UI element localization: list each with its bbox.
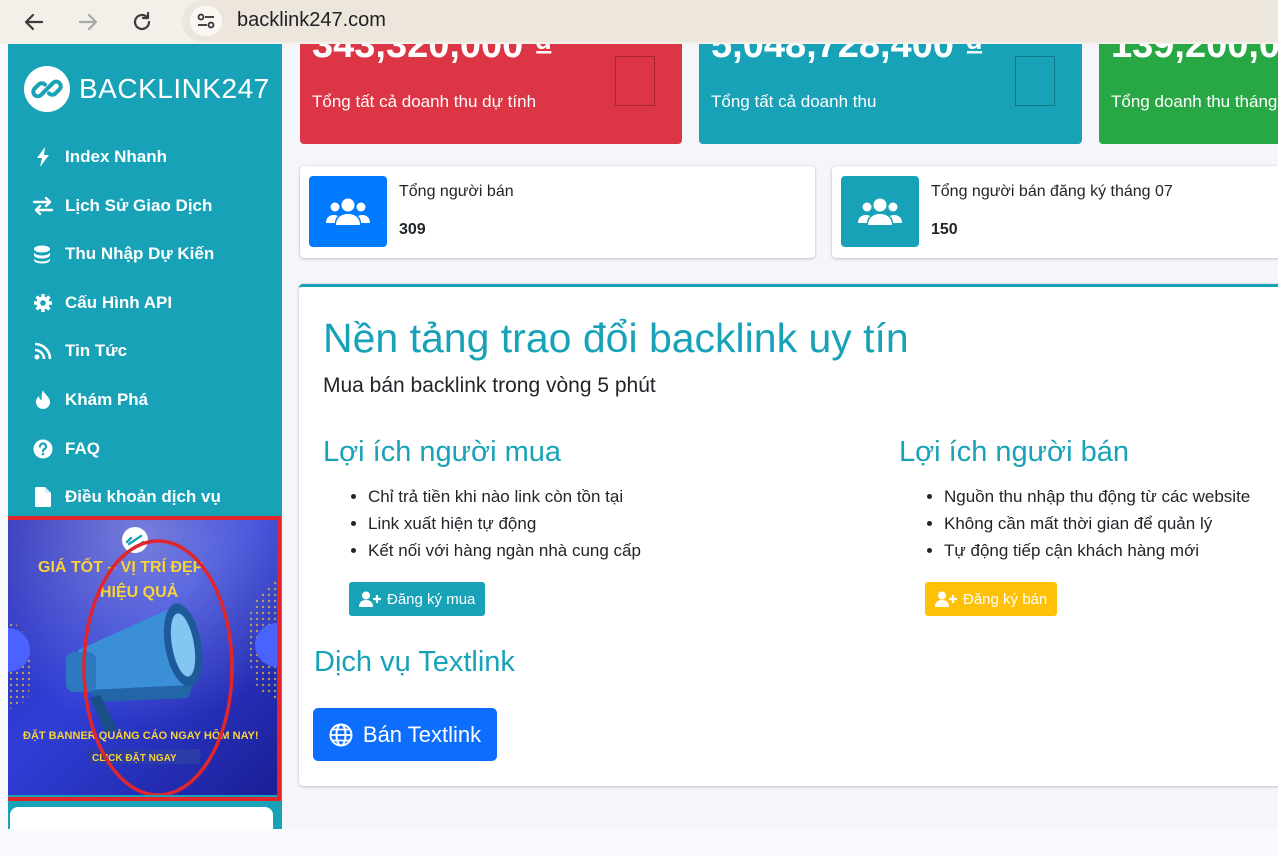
sidebar-item-label: Lịch Sử Giao Dịch — [65, 196, 213, 215]
sidebar-item-cau-hinh-api[interactable]: Cấu Hình API — [32, 288, 172, 318]
document-icon — [32, 486, 54, 508]
button-label: Đăng ký bán — [963, 590, 1048, 608]
sidebar-card — [10, 807, 273, 829]
hero-subtitle: Mua bán backlink trong vòng 5 phút — [323, 374, 656, 397]
gear-icon — [32, 292, 54, 314]
sidebar-item-label: Khám Phá — [65, 390, 149, 409]
register-buy-button[interactable]: Đăng ký mua — [349, 582, 486, 616]
fire-icon — [32, 389, 54, 411]
list-item: Nguồn thu nhập thu động từ các website — [944, 486, 1250, 513]
button-label: Bán Textlink — [362, 721, 482, 747]
annotation-rectangle — [8, 516, 281, 801]
stat-label: Tổng tất cả doanh thu — [711, 92, 877, 111]
brand-logo — [24, 66, 70, 112]
stat-icon-placeholder — [615, 56, 655, 106]
list-item: Không cần mất thời gian để quản lý — [944, 513, 1250, 540]
seller-benefits-heading: Lợi ích người bán — [899, 436, 1129, 468]
info-box-value: 150 — [931, 221, 958, 238]
seller-benefits-list: Nguồn thu nhập thu động từ các website K… — [944, 486, 1250, 567]
stat-icon-placeholder — [1015, 56, 1055, 106]
stat-label: Tổng doanh thu tháng — [1111, 92, 1278, 111]
info-box-icon — [309, 176, 387, 247]
brand[interactable]: BACKLINK247 — [24, 66, 270, 112]
browser-toolbar: backlink247.com — [0, 0, 1278, 44]
list-item: Kết nối với hàng ngàn nhà cung cấp — [368, 540, 641, 567]
list-item: Chỉ trả tiền khi nào link còn tồn tại — [368, 486, 641, 513]
stat-card-estimated-revenue: 343,320,000 ₫ Tổng tất cả doanh thu dự t… — [300, 44, 682, 144]
list-item: Link xuất hiện tự động — [368, 513, 641, 540]
rss-icon — [32, 340, 54, 362]
sidebar-item-faq[interactable]: FAQ — [32, 434, 100, 464]
page: BACKLINK247 Index Nhanh Lịch Sử Giao Dịc… — [8, 44, 1278, 829]
stat-label: Tổng tất cả doanh thu dự tính — [312, 92, 537, 111]
url-text[interactable]: backlink247.com — [237, 9, 386, 32]
arrow-left-icon — [24, 13, 44, 31]
sidebar-item-label: Điều khoản dịch vụ — [65, 487, 221, 506]
hero-card: Nền tảng trao đổi backlink uy tín Mua bá… — [299, 284, 1278, 786]
back-button[interactable] — [19, 8, 49, 36]
stat-card-total-revenue: 5,048,728,400 ₫ Tổng tất cả doanh thu — [699, 44, 1082, 144]
reload-icon — [133, 11, 151, 31]
sell-textlink-button[interactable]: Bán Textlink — [313, 708, 497, 761]
register-sell-button[interactable]: Đăng ký bán — [925, 582, 1058, 616]
info-box-monthly-sellers: Tổng người bán đăng ký tháng 07 150 — [832, 166, 1278, 258]
info-box-value: 309 — [399, 221, 426, 238]
hero-title: Nền tảng trao đổi backlink uy tín — [323, 315, 909, 361]
sidebar-item-kham-pha[interactable]: Khám Phá — [32, 385, 148, 415]
sidebar-item-tin-tuc[interactable]: Tin Tức — [32, 336, 127, 366]
stat-card-monthly-revenue: 139,200,000 ₫ Tổng doanh thu tháng — [1099, 44, 1278, 144]
site-info-button[interactable] — [190, 6, 222, 36]
stat-value: 343,320,000 ₫ — [312, 44, 554, 66]
reload-button[interactable] — [127, 8, 157, 36]
sidebar-item-label: Tin Tức — [65, 341, 128, 360]
exchange-icon — [32, 195, 54, 217]
globe-icon — [329, 723, 353, 747]
page-bottom — [0, 829, 1278, 856]
button-label: Đăng ký mua — [387, 590, 476, 608]
question-icon — [32, 438, 54, 460]
stat-value: 5,048,728,400 ₫ — [711, 44, 985, 66]
sidebar: BACKLINK247 Index Nhanh Lịch Sử Giao Dịc… — [8, 44, 282, 829]
info-box-title: Tổng người bán — [399, 183, 514, 200]
forward-button[interactable] — [73, 8, 103, 36]
user-plus-icon — [935, 591, 957, 607]
tune-icon — [197, 13, 215, 29]
coins-icon — [32, 243, 54, 265]
sidebar-item-thu-nhap-du-kien[interactable]: Thu Nhập Dự Kiến — [32, 239, 214, 269]
users-icon — [326, 198, 370, 225]
sidebar-item-label: FAQ — [65, 439, 100, 458]
info-box-icon — [841, 176, 919, 247]
brand-name: BACKLINK247 — [79, 73, 270, 104]
info-box-total-sellers: Tổng người bán 309 — [300, 166, 815, 258]
buyer-benefits-heading: Lợi ích người mua — [323, 436, 561, 468]
buyer-benefits-list: Chỉ trả tiền khi nào link còn tồn tại Li… — [368, 486, 641, 567]
sidebar-item-index-nhanh[interactable]: Index Nhanh — [32, 142, 167, 172]
textlink-service-heading: Dịch vụ Textlink — [314, 646, 515, 678]
users-icon — [858, 198, 902, 225]
user-plus-icon — [359, 591, 381, 607]
stat-value: 139,200,000 ₫ — [1111, 44, 1278, 66]
sidebar-item-dieu-khoan[interactable]: Điều khoản dịch vụ — [32, 482, 221, 512]
info-box-title: Tổng người bán đăng ký tháng 07 — [931, 183, 1173, 200]
sidebar-item-label: Cấu Hình API — [65, 293, 173, 312]
sidebar-item-label: Thu Nhập Dự Kiến — [65, 244, 215, 263]
link-icon — [31, 79, 63, 99]
sidebar-item-label: Index Nhanh — [65, 147, 168, 166]
list-item: Tự động tiếp cận khách hàng mới — [944, 540, 1250, 567]
bolt-icon — [32, 146, 54, 168]
arrow-right-icon — [78, 13, 98, 31]
sidebar-item-lich-su-giao-dich[interactable]: Lịch Sử Giao Dịch — [32, 191, 212, 221]
